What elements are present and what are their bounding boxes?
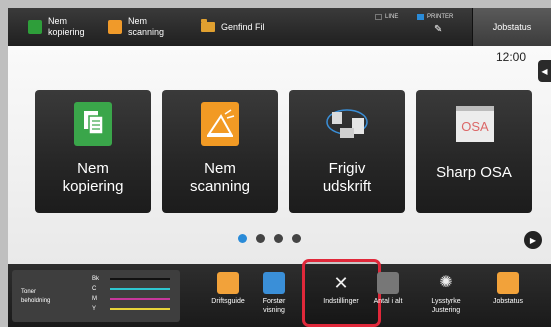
toner-bar (110, 298, 170, 300)
jobstatus-icon (497, 272, 519, 294)
page-dot[interactable] (292, 234, 301, 243)
toner-title: Toner beholdning (21, 289, 51, 304)
maintenance-icon: ✎ (434, 24, 443, 35)
antal-i-alt-label: Antal i alt (373, 298, 403, 305)
page-dot[interactable] (274, 234, 283, 243)
toner-row-m: M (92, 296, 170, 302)
toner-row-y: Y (92, 306, 170, 312)
toner-row-bk: Bk (92, 276, 170, 282)
guide-icon (217, 272, 239, 294)
next-page-button[interactable]: ▶ (524, 231, 542, 249)
toner-bar (110, 288, 170, 290)
toner-bar (110, 308, 170, 310)
topbar-genfind-fil[interactable]: Genfind Fil (201, 8, 291, 46)
printer-indicator: PRINTER (417, 14, 453, 20)
tile-nem-scanning[interactable]: Nem scanning (162, 90, 278, 213)
toner-code: M (92, 296, 97, 302)
tile-nem-scanning-label: Nem scanning (189, 160, 251, 195)
scan-icon (201, 102, 239, 146)
settings-icon: ✕ (333, 273, 349, 293)
sharp-osa-icon: OSA (456, 106, 494, 142)
topbar-nem-scanning-label: Nem scanning (128, 16, 165, 37)
copy-icon (28, 20, 42, 34)
tile-sharp-osa-label: Sharp OSA (436, 164, 512, 181)
toner-code: Y (92, 306, 97, 312)
top-bar: Nem kopiering Nem scanning Genfind Fil L… (8, 8, 551, 46)
toner-code: C (92, 286, 97, 292)
home-screen: 12:00 ◀ Nem kopiering Nem scanning Frigi… (8, 46, 551, 264)
tile-nem-kopiering[interactable]: Nem kopiering (35, 90, 151, 213)
page-indicator (238, 234, 301, 243)
tile-sharp-osa[interactable]: OSA Sharp OSA (416, 90, 532, 213)
scan-icon (108, 20, 122, 34)
toner-code: Bk (92, 276, 100, 282)
copy-icon (74, 102, 112, 146)
line-label: LINE (385, 14, 399, 20)
jobstatus-top-label: Jobstatus (492, 22, 532, 32)
forstor-visning-button[interactable]: Forstør visning (246, 268, 302, 324)
jobstatus-button[interactable]: Jobstatus (480, 268, 536, 324)
lysstyrke-justering-label: Lysstyrke Justering (431, 298, 461, 314)
brightness-icon: ✺ (439, 274, 453, 291)
side-panel-tab[interactable]: ◀ (538, 60, 551, 82)
line-status-icon (375, 14, 382, 20)
topbar-genfind-fil-label: Genfind Fil (221, 21, 265, 32)
topbar-nem-scanning[interactable]: Nem scanning (108, 8, 188, 46)
print-release-icon (326, 109, 368, 138)
jobstatus-top-button[interactable]: Jobstatus (472, 8, 551, 46)
clock: 12:00 (496, 50, 527, 64)
topbar-nem-kopiering[interactable]: Nem kopiering (28, 8, 106, 46)
forstor-visning-label: Forstør visning (262, 298, 286, 314)
lysstyrke-justering-button[interactable]: ✺ Lysstyrke Justering (418, 268, 474, 324)
tile-nem-kopiering-label: Nem kopiering (62, 160, 124, 195)
printer-status-icon (417, 14, 424, 20)
line-indicator: LINE (375, 14, 398, 20)
page-dot-active[interactable] (238, 234, 247, 243)
svg-text:OSA: OSA (461, 119, 489, 134)
topbar-nem-kopiering-label: Nem kopiering (48, 16, 85, 37)
page-dot[interactable] (256, 234, 265, 243)
jobstatus-label: Jobstatus (493, 298, 523, 305)
enlarge-icon (263, 272, 285, 294)
folder-icon (201, 19, 215, 32)
counter-icon (377, 272, 399, 294)
tile-frigiv-udskrift-label: Frigiv udskrift (322, 160, 372, 195)
chevron-right-icon: ▶ (529, 235, 537, 245)
antal-i-alt-button[interactable]: Antal i alt (360, 268, 416, 324)
toner-bar (110, 278, 170, 280)
toner-row-c: C (92, 286, 170, 292)
printer-label: PRINTER (427, 14, 454, 20)
tile-frigiv-udskrift[interactable]: Frigiv udskrift (289, 90, 405, 213)
